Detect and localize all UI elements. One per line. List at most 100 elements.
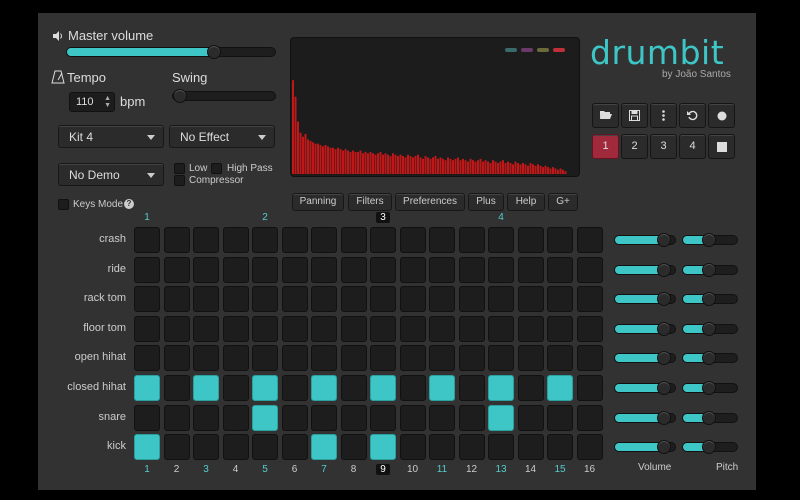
- step-cell[interactable]: [193, 315, 219, 342]
- instrument-volume-slider[interactable]: [614, 381, 676, 395]
- step-cell[interactable]: [429, 256, 455, 283]
- step-cell[interactable]: [517, 256, 544, 283]
- instrument-pitch-slider[interactable]: [682, 233, 738, 247]
- step-cell[interactable]: [370, 434, 396, 461]
- instrument-pitch-knob[interactable]: [702, 262, 716, 277]
- step-cell[interactable]: [252, 375, 278, 401]
- step-cell[interactable]: [311, 227, 337, 253]
- step-cell[interactable]: [281, 256, 308, 283]
- step-cell[interactable]: [340, 286, 367, 313]
- step-cell[interactable]: [370, 375, 396, 401]
- step-cell[interactable]: [488, 286, 514, 313]
- instrument-volume-slider[interactable]: [614, 292, 676, 307]
- instrument-volume-knob[interactable]: [657, 321, 671, 336]
- step-cell[interactable]: [517, 227, 544, 253]
- step-cell[interactable]: [547, 256, 573, 283]
- step-cell[interactable]: [576, 375, 603, 401]
- instrument-volume-knob[interactable]: [657, 262, 671, 277]
- step-cell[interactable]: [429, 404, 455, 431]
- step-cell[interactable]: [576, 434, 603, 461]
- step-cell[interactable]: [458, 286, 485, 313]
- step-cell[interactable]: [252, 256, 278, 283]
- instrument-volume-knob[interactable]: [657, 440, 671, 455]
- step-cell[interactable]: [488, 375, 514, 401]
- step-cell[interactable]: [222, 256, 249, 283]
- step-cell[interactable]: [370, 227, 396, 253]
- step-cell[interactable]: [488, 404, 514, 431]
- step-cell[interactable]: [370, 256, 396, 283]
- instrument-volume-knob[interactable]: [657, 233, 671, 247]
- step-cell[interactable]: [458, 404, 485, 431]
- step-cell[interactable]: [252, 404, 278, 431]
- instrument-volume-slider[interactable]: [614, 321, 676, 336]
- step-cell[interactable]: [340, 375, 367, 401]
- step-cell[interactable]: [134, 345, 160, 372]
- step-cell[interactable]: [370, 286, 396, 313]
- step-cell[interactable]: [222, 345, 249, 372]
- step-cell[interactable]: [134, 375, 160, 401]
- step-cell[interactable]: [163, 286, 190, 313]
- instrument-pitch-knob[interactable]: [702, 440, 716, 455]
- step-cell[interactable]: [281, 434, 308, 461]
- step-cell[interactable]: [193, 256, 219, 283]
- instrument-pitch-knob[interactable]: [702, 381, 716, 395]
- step-cell[interactable]: [163, 434, 190, 461]
- step-cell[interactable]: [252, 227, 278, 253]
- instrument-pitch-knob[interactable]: [702, 292, 716, 307]
- step-cell[interactable]: [576, 227, 603, 253]
- step-cell[interactable]: [163, 404, 190, 431]
- step-cell[interactable]: [193, 286, 219, 313]
- step-cell[interactable]: [252, 345, 278, 372]
- step-cell[interactable]: [222, 375, 249, 401]
- step-cell[interactable]: [222, 286, 249, 313]
- step-cell[interactable]: [488, 434, 514, 461]
- step-cell[interactable]: [488, 315, 514, 342]
- step-cell[interactable]: [547, 434, 573, 461]
- step-cell[interactable]: [547, 227, 573, 253]
- step-cell[interactable]: [281, 404, 308, 431]
- step-cell[interactable]: [193, 227, 219, 253]
- step-cell[interactable]: [399, 375, 426, 401]
- step-cell[interactable]: [222, 404, 249, 431]
- step-cell[interactable]: [576, 315, 603, 342]
- step-cell[interactable]: [458, 375, 485, 401]
- instrument-pitch-slider[interactable]: [682, 321, 738, 336]
- step-cell[interactable]: [429, 286, 455, 313]
- step-cell[interactable]: [576, 256, 603, 283]
- step-cell[interactable]: [222, 227, 249, 253]
- step-cell[interactable]: [252, 434, 278, 461]
- step-cell[interactable]: [547, 345, 573, 372]
- step-cell[interactable]: [163, 227, 190, 253]
- instrument-pitch-slider[interactable]: [682, 262, 738, 277]
- step-cell[interactable]: [252, 286, 278, 313]
- instrument-volume-slider[interactable]: [614, 351, 676, 366]
- step-cell[interactable]: [340, 345, 367, 372]
- step-cell[interactable]: [399, 345, 426, 372]
- step-cell[interactable]: [488, 227, 514, 253]
- step-cell[interactable]: [222, 434, 249, 461]
- step-cell[interactable]: [311, 256, 337, 283]
- step-cell[interactable]: [517, 434, 544, 461]
- step-cell[interactable]: [399, 256, 426, 283]
- step-cell[interactable]: [193, 345, 219, 372]
- step-cell[interactable]: [517, 286, 544, 313]
- step-cell[interactable]: [517, 375, 544, 401]
- step-cell[interactable]: [576, 345, 603, 372]
- step-cell[interactable]: [517, 404, 544, 431]
- step-cell[interactable]: [458, 256, 485, 283]
- step-cell[interactable]: [399, 404, 426, 431]
- step-cell[interactable]: [399, 227, 426, 253]
- step-cell[interactable]: [488, 256, 514, 283]
- instrument-pitch-knob[interactable]: [702, 321, 716, 336]
- instrument-volume-slider[interactable]: [614, 233, 676, 247]
- step-cell[interactable]: [547, 286, 573, 313]
- step-cell[interactable]: [311, 375, 337, 401]
- instrument-volume-slider[interactable]: [614, 410, 676, 425]
- instrument-pitch-slider[interactable]: [682, 292, 738, 307]
- step-cell[interactable]: [370, 315, 396, 342]
- step-cell[interactable]: [281, 315, 308, 342]
- step-cell[interactable]: [517, 315, 544, 342]
- instrument-pitch-slider[interactable]: [682, 410, 738, 425]
- step-cell[interactable]: [576, 404, 603, 431]
- step-cell[interactable]: [281, 375, 308, 401]
